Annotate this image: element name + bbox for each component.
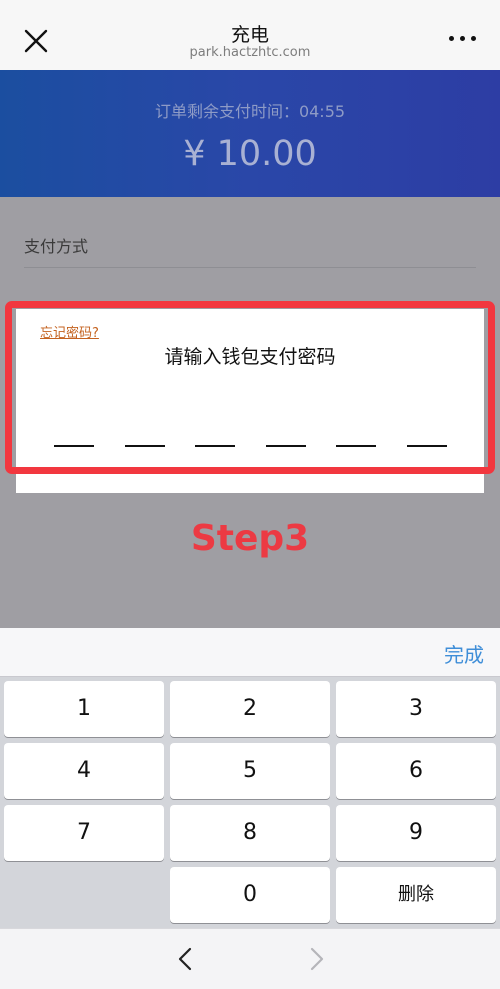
payment-countdown: 订单剩余支付时间：04:55 [154,102,346,121]
keyboard-toolbar: 完成 [0,628,500,677]
key-2[interactable]: 2 [170,681,330,737]
key-3[interactable]: 3 [336,681,496,737]
chevron-left-icon[interactable] [172,945,200,973]
numeric-keyboard: 完成 1 2 3 4 5 6 7 8 9 0 删除 [0,628,500,928]
step-annotation-label: Step3 [190,518,310,559]
done-button[interactable]: 完成 [444,639,484,668]
key-8[interactable]: 8 [170,805,330,861]
payment-header: 订单剩余支付时间：04:55 ¥ 10.00 [0,70,500,197]
delete-key[interactable]: 删除 [336,867,496,923]
bottom-nav-bar [0,928,500,989]
annotation-highlight-box [5,301,495,474]
key-0[interactable]: 0 [170,867,330,923]
key-5[interactable]: 5 [170,743,330,799]
page-title: 充电 [230,24,269,46]
key-7[interactable]: 7 [4,805,164,861]
payment-method-label: 支付方式 [24,237,89,256]
page-url: park.hactzhtc.com [189,45,311,60]
payment-amount: ¥ 10.00 [183,134,317,174]
key-1[interactable]: 1 [4,681,164,737]
top-nav-bar: 充电 park.hactzhtc.com [0,0,500,70]
key-4[interactable]: 4 [4,743,164,799]
key-9[interactable]: 9 [336,805,496,861]
chevron-right-icon[interactable] [302,945,330,973]
key-6[interactable]: 6 [336,743,496,799]
divider [24,267,476,268]
more-dots-icon[interactable] [448,34,478,44]
